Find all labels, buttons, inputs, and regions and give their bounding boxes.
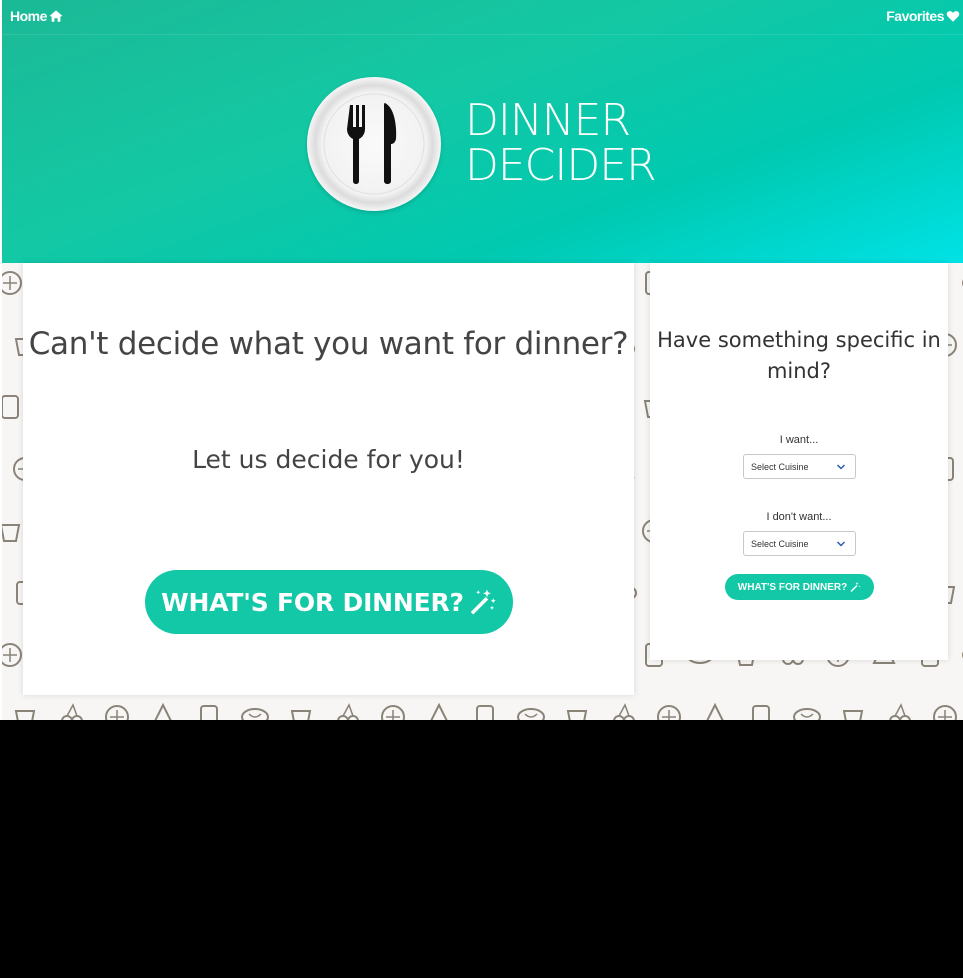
chevron-down-icon	[836, 464, 846, 470]
want-cuisine-select[interactable]: Select Cuisine	[743, 454, 856, 479]
want-select-value: Select Cuisine	[751, 461, 809, 472]
side-whats-for-dinner-button[interactable]: WHAT'S FOR DINNER?	[725, 574, 874, 600]
top-nav: Home Favorites	[2, 0, 963, 35]
doodle-icon	[517, 708, 545, 720]
whats-for-dinner-label: WHAT'S FOR DINNER?	[161, 587, 464, 617]
doodle-icon	[241, 708, 269, 720]
doodle-icon	[2, 524, 21, 542]
doodle-icon	[889, 703, 911, 720]
doodle-icon	[933, 705, 957, 720]
doodle-icon	[290, 710, 312, 720]
hero-header: Home Favorites DINNER DECIDER	[2, 0, 963, 263]
dont-want-label: I don't want...	[766, 511, 832, 523]
logo-wordmark: DINNER DECIDER	[465, 98, 685, 188]
main-subtitle: Let us decide for you!	[192, 445, 465, 474]
doodle-icon	[2, 271, 22, 295]
home-link-label: Home	[10, 8, 47, 24]
doodle-icon	[752, 705, 770, 720]
doodle-icon	[657, 705, 681, 720]
doodle-icon	[566, 710, 588, 720]
doodle-icon	[2, 395, 19, 419]
whats-for-dinner-button[interactable]: WHAT'S FOR DINNER?	[145, 570, 513, 634]
home-icon	[49, 10, 63, 22]
chevron-down-icon	[836, 541, 846, 547]
dont-want-select-value: Select Cuisine	[751, 538, 809, 549]
doodle-icon	[200, 705, 218, 720]
doodle-icon	[381, 705, 405, 720]
doodle-icon	[706, 702, 724, 720]
logo-plate-icon	[307, 77, 441, 211]
home-link[interactable]: Home	[10, 8, 63, 24]
logo-line-2: DECIDER	[465, 140, 657, 191]
logo-line-1: DINNER	[465, 95, 631, 146]
want-label: I want...	[779, 434, 819, 446]
doodle-icon	[61, 703, 83, 720]
side-title: Have something specific in mind?	[657, 328, 941, 383]
favorites-link[interactable]: Favorites	[886, 8, 960, 24]
heart-icon	[946, 11, 960, 22]
doodle-icon	[793, 708, 821, 720]
doodle-icon	[613, 703, 635, 720]
doodle-icon	[476, 705, 494, 720]
main-title: Can't decide what you want for dinner?	[28, 326, 629, 362]
magic-wand-icon	[470, 589, 496, 615]
favorites-link-label: Favorites	[886, 8, 944, 24]
side-button-label: WHAT'S FOR DINNER?	[737, 581, 848, 593]
doodle-icon	[154, 702, 172, 720]
doodle-icon	[105, 705, 129, 720]
fork-knife-icon	[323, 93, 425, 195]
doodle-icon	[14, 710, 36, 720]
doodle-icon	[842, 710, 864, 720]
dont-want-cuisine-select[interactable]: Select Cuisine	[743, 531, 856, 556]
app-viewport: Home Favorites DINNER DECIDER Can't deci…	[0, 0, 963, 720]
doodle-icon	[430, 702, 448, 720]
doodle-icon	[337, 703, 359, 720]
magic-wand-icon	[850, 582, 861, 592]
doodle-icon	[2, 643, 22, 667]
